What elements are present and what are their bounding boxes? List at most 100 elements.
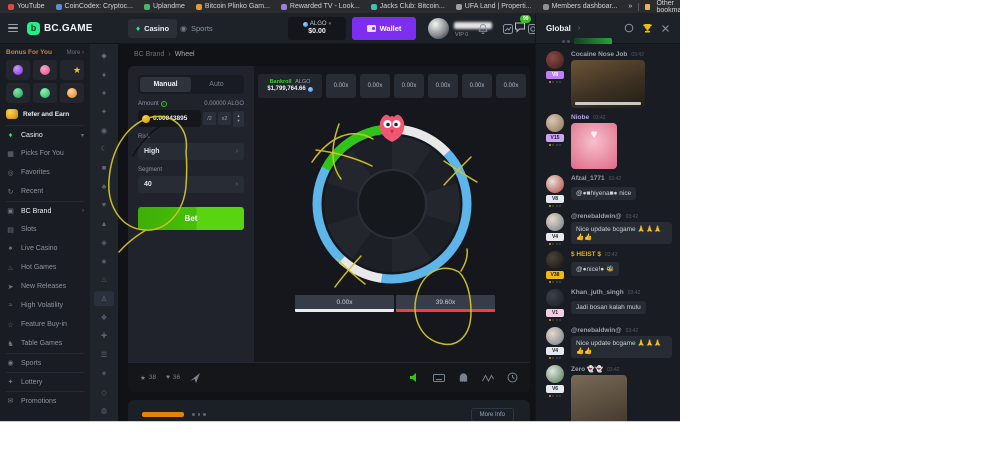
chevron-right-icon[interactable]: ›: [578, 25, 580, 32]
more-info-button[interactable]: More Info: [471, 408, 514, 422]
game-shortcut-icon[interactable]: ♨: [94, 272, 114, 287]
bookmark-item[interactable]: Uplandme: [144, 3, 185, 10]
bonus-more-link[interactable]: More ›: [67, 50, 84, 56]
chat-username[interactable]: @renebaldwin@: [571, 213, 622, 220]
sidebar-menu-item[interactable]: ◎ Favorites: [6, 163, 84, 182]
result-chip[interactable]: 0.00x: [496, 74, 526, 98]
game-shortcut-icon[interactable]: ◉: [94, 123, 114, 138]
bonus-tile[interactable]: [60, 83, 84, 103]
result-chip[interactable]: 0.00x: [428, 74, 458, 98]
tab-casino[interactable]: ♦ Casino: [128, 19, 177, 38]
sidebar-menu-item[interactable]: ➤ New Releases: [6, 277, 84, 296]
info-icon[interactable]: i: [161, 101, 167, 107]
result-chip[interactable]: 0.00x: [360, 74, 390, 98]
sidebar-menu-item[interactable]: ✦ Lottery: [6, 372, 84, 391]
game-shortcut-icon[interactable]: ◇: [94, 385, 114, 400]
game-shortcut-icon[interactable]: ■: [94, 160, 114, 175]
bonus-tile[interactable]: [6, 83, 30, 103]
bcgame-logo[interactable]: b BC.GAME: [27, 22, 93, 35]
bookmark-item[interactable]: Rewarded TV - Look...: [281, 3, 360, 10]
game-shortcut-icon[interactable]: ✚: [94, 329, 114, 344]
tab-sports[interactable]: ◉ Sports: [180, 19, 213, 38]
user-avatar[interactable]: [428, 18, 449, 39]
half-bet-button[interactable]: /2: [203, 112, 216, 125]
bonus-tile[interactable]: [33, 60, 57, 80]
balance-selector[interactable]: ALGO ▾ $0.00: [288, 17, 346, 40]
game-shortcut-icon[interactable]: ▲: [94, 216, 114, 231]
keyboard-icon[interactable]: [433, 373, 445, 383]
game-shortcut-icon[interactable]: ◆: [94, 48, 114, 63]
chat-image[interactable]: ♥: [571, 123, 617, 169]
tab-manual[interactable]: Manual: [140, 77, 191, 92]
chat-rules-icon[interactable]: [624, 23, 634, 33]
sidebar-menu-item[interactable]: ◉ Sports: [6, 353, 84, 372]
chat-username[interactable]: Afzal_1771: [571, 175, 605, 182]
game-shortcut-icon[interactable]: ●: [94, 67, 114, 82]
sidebar-menu-item[interactable]: ♞ Table Games: [6, 334, 84, 353]
result-chip[interactable]: 0.00x: [394, 74, 424, 98]
chat-username[interactable]: Cocaine Nose Job: [571, 51, 627, 58]
bookmark-item[interactable]: UFA Land | Properti...: [456, 3, 532, 10]
avatar[interactable]: [546, 51, 564, 69]
likes-count[interactable]: ♥ 36: [166, 374, 180, 381]
sidebar-menu-item[interactable]: ♠ Live Casino: [6, 239, 84, 258]
live-stats-icon[interactable]: [482, 373, 494, 383]
refer-and-earn[interactable]: Refer and Earn: [6, 109, 84, 119]
share-icon[interactable]: [190, 373, 200, 383]
chat-username[interactable]: Khan_juth_singh: [571, 289, 624, 296]
breadcrumb-section[interactable]: BC Brand: [134, 51, 164, 58]
multiplier-bar[interactable]: 0.00x: [295, 295, 394, 312]
bonus-tile[interactable]: [6, 60, 30, 80]
avatar[interactable]: [546, 327, 564, 345]
chat-username[interactable]: $ HEIST $: [571, 251, 601, 258]
trophy-icon[interactable]: [642, 23, 653, 34]
bookmark-item[interactable]: YouTube: [8, 3, 45, 10]
chat-username[interactable]: Niobe: [571, 114, 589, 121]
notifications-bell-icon[interactable]: [477, 23, 489, 35]
game-shortcut-icon[interactable]: ♠: [94, 85, 114, 100]
bookmark-item[interactable]: Jacks Club: Bitcoin...: [371, 3, 445, 10]
game-shortcut-icon[interactable]: ◍: [94, 403, 114, 418]
other-bookmarks[interactable]: Other bookmarks: [656, 0, 680, 13]
sidebar-menu-item[interactable]: ♦ Casino ▾: [6, 125, 84, 144]
step-down-icon[interactable]: ▼: [237, 119, 241, 124]
sidebar-menu-item[interactable]: ≈ High Volatility: [6, 296, 84, 315]
sidebar-menu-item[interactable]: ▦ Picks For You: [6, 144, 84, 163]
bookmarks-overflow-chevron[interactable]: »: [628, 3, 632, 10]
avatar[interactable]: [546, 365, 564, 383]
result-chip[interactable]: 0.00x: [462, 74, 492, 98]
sidebar-menu-item[interactable]: ▣ BC Brand ›: [6, 201, 84, 220]
segment-select[interactable]: 40 ›: [138, 176, 244, 193]
favorites-count[interactable]: ★ 38: [140, 374, 156, 382]
hamburger-menu-icon[interactable]: [8, 24, 18, 33]
history-clock-icon[interactable]: [507, 372, 518, 383]
close-chat-icon[interactable]: [661, 24, 670, 33]
chat-room-title[interactable]: Global: [546, 24, 571, 33]
bookmark-item[interactable]: Bitcoin Plinko Gam...: [196, 3, 270, 10]
game-shortcut-icon[interactable]: ★: [94, 254, 114, 269]
chat-image[interactable]: [571, 60, 645, 108]
game-shortcut-icon[interactable]: ♣: [94, 179, 114, 194]
avatar[interactable]: [546, 175, 564, 193]
sidebar-menu-item[interactable]: ↻ Recent: [6, 182, 84, 201]
stats-icon[interactable]: [502, 23, 514, 35]
tab-auto[interactable]: Auto: [191, 77, 242, 92]
bonus-tile[interactable]: [33, 83, 57, 103]
sidebar-menu-item[interactable]: ✉ Promotions: [6, 391, 84, 410]
bet-button[interactable]: Bet: [138, 207, 244, 230]
avatar[interactable]: [546, 213, 564, 231]
chat-image[interactable]: [571, 375, 627, 422]
game-shortcut-icon[interactable]: ♙: [94, 291, 114, 306]
bookmark-item[interactable]: CoinCodex: Cryptoc...: [56, 3, 133, 10]
result-chip[interactable]: 0.00x: [326, 74, 356, 98]
multiplier-bar[interactable]: 39.60x: [396, 295, 495, 312]
bonus-tile[interactable]: ★: [60, 60, 84, 80]
avatar[interactable]: [546, 114, 564, 132]
avatar[interactable]: [546, 251, 564, 269]
amount-stepper[interactable]: ▲ ▼: [233, 111, 244, 127]
sidebar-menu-item[interactable]: ☆ Feature Buy-in: [6, 315, 84, 334]
game-shortcut-icon[interactable]: ✶: [94, 366, 114, 381]
game-shortcut-icon[interactable]: ◈: [94, 235, 114, 250]
game-shortcut-icon[interactable]: ☰: [94, 347, 114, 362]
sidebar-menu-item[interactable]: ▤ Slots: [6, 220, 84, 239]
